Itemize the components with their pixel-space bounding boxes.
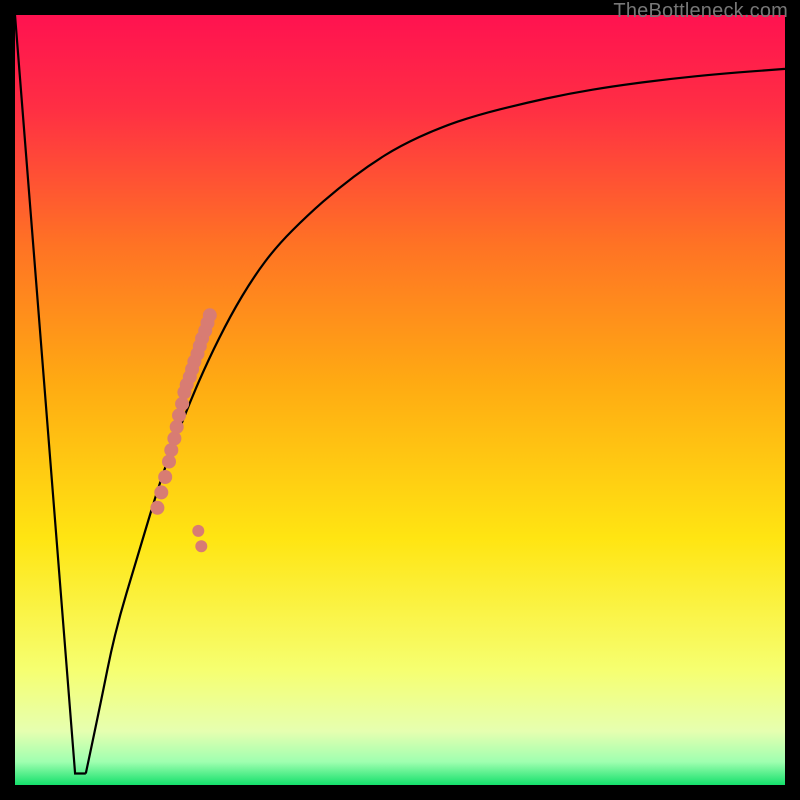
marker-dot: [195, 540, 207, 552]
marker-dot: [154, 485, 168, 499]
chart-frame: TheBottleneck.com: [0, 0, 800, 800]
marker-dot: [203, 308, 217, 322]
marker-dot: [167, 432, 181, 446]
marker-dot: [175, 397, 189, 411]
bottleneck-chart: [15, 15, 785, 785]
gradient-background: [15, 15, 785, 785]
marker-dot: [192, 525, 204, 537]
marker-dot: [158, 470, 172, 484]
marker-dot: [150, 501, 164, 515]
attribution-text: TheBottleneck.com: [613, 0, 788, 23]
